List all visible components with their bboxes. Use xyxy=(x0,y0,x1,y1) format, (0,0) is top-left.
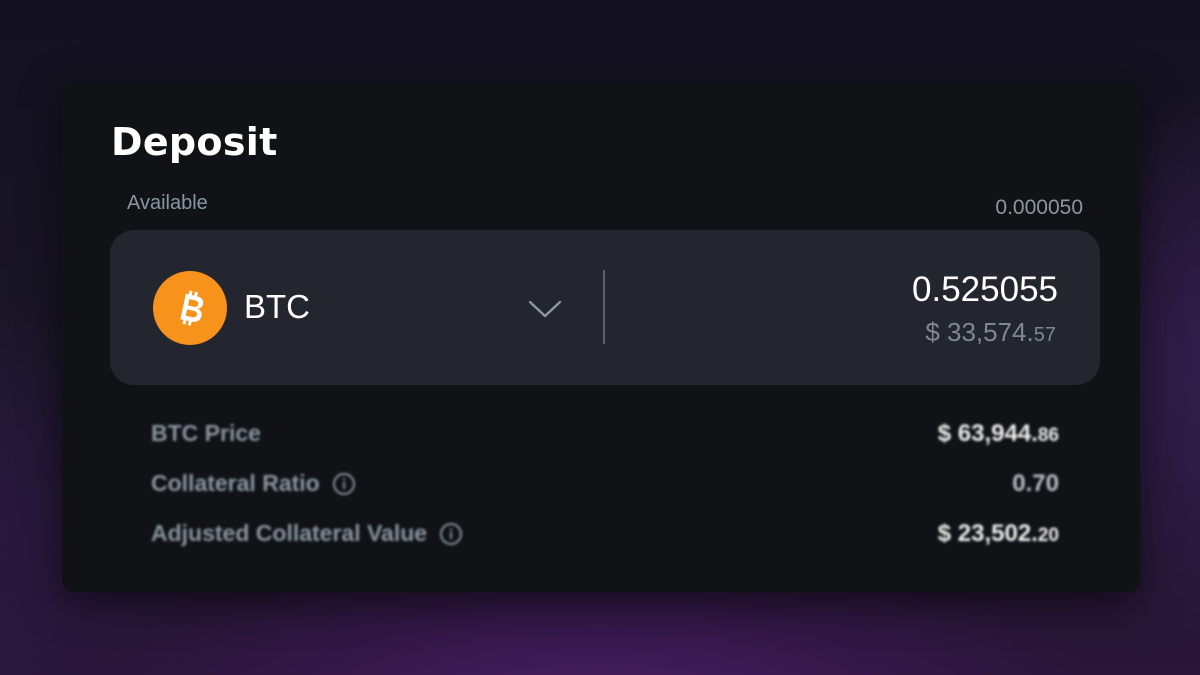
adjusted-collateral-row: Adjusted Collateral Value $ 23,502.20 xyxy=(151,512,1059,562)
asset-symbol[interactable]: BTC xyxy=(244,288,310,326)
adjusted-collateral-main: $ 23,502. xyxy=(937,520,1038,547)
deposit-details: BTC Price $ 63,944.86 Collateral Ratio 0… xyxy=(151,412,1059,562)
collateral-ratio-label: Collateral Ratio xyxy=(151,470,356,497)
amount-input[interactable] xyxy=(758,270,1058,310)
adjusted-collateral-label: Adjusted Collateral Value xyxy=(151,520,463,547)
amount-usd-cents: 57 xyxy=(1033,324,1056,346)
collateral-ratio-value: 0.70 xyxy=(1012,470,1059,497)
btc-price-row: BTC Price $ 63,944.86 xyxy=(151,412,1059,462)
asset-input-box: BTC $ 33,574.57 xyxy=(110,230,1100,385)
info-icon[interactable] xyxy=(439,522,463,546)
collateral-ratio-row: Collateral Ratio 0.70 xyxy=(151,462,1059,512)
chevron-down-icon[interactable] xyxy=(526,290,564,328)
btc-price-label-text: BTC Price xyxy=(151,420,261,446)
input-divider xyxy=(603,270,605,344)
available-balance[interactable]: 0.000050 xyxy=(995,196,1083,220)
btc-price-cents: 86 xyxy=(1037,425,1059,446)
btc-price-value: $ 63,944.86 xyxy=(938,420,1059,448)
adjusted-collateral-cents: 20 xyxy=(1037,525,1059,546)
deposit-card: Deposit Available 0.000050 BTC $ 33, xyxy=(62,82,1140,592)
btc-price-label: BTC Price xyxy=(151,420,261,447)
info-icon[interactable] xyxy=(332,472,356,496)
available-label: Available xyxy=(127,192,208,214)
deposit-title: Deposit xyxy=(111,120,278,164)
amount-usd-value: $ 33,574.57 xyxy=(925,317,1056,348)
bitcoin-icon[interactable] xyxy=(153,271,227,345)
adjusted-collateral-value: $ 23,502.20 xyxy=(938,520,1059,548)
amount-usd-main: $ 33,574. xyxy=(925,317,1034,347)
adjusted-collateral-label-text: Adjusted Collateral Value xyxy=(151,520,428,546)
collateral-ratio-label-text: Collateral Ratio xyxy=(151,470,320,496)
btc-price-main: $ 63,944. xyxy=(937,420,1038,447)
